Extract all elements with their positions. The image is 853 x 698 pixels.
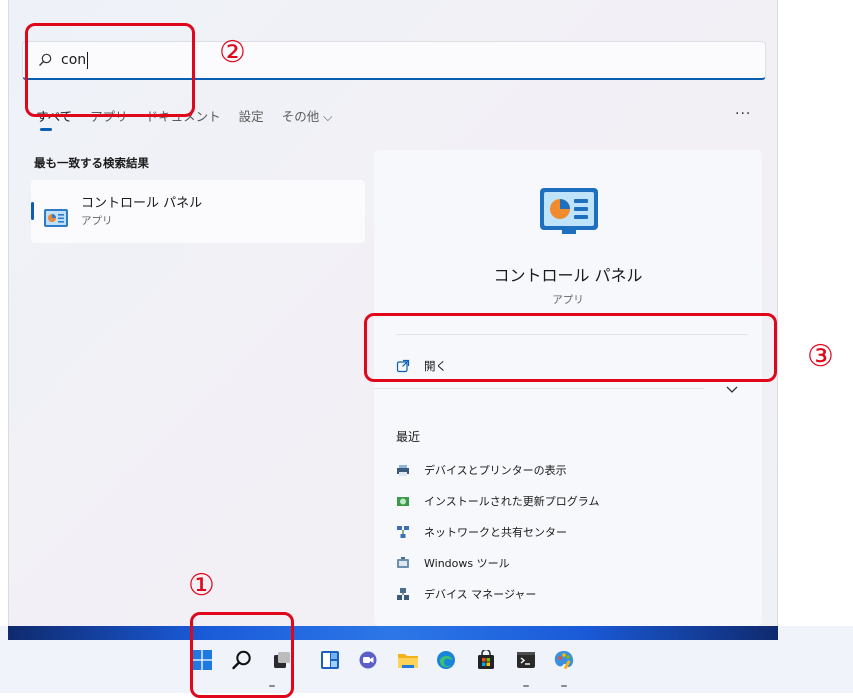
annotation-number-2: ②	[219, 35, 246, 70]
control-panel-icon	[44, 209, 68, 227]
printer-icon	[397, 465, 409, 476]
terminal-icon	[517, 652, 535, 668]
detail-subtitle: アプリ	[552, 294, 584, 306]
recent-item[interactable]: Windows ツール	[396, 555, 510, 571]
paint-button[interactable]	[552, 648, 576, 672]
file-explorer-button[interactable]	[396, 648, 420, 672]
tab-more[interactable]: その他 ⌵	[282, 106, 333, 125]
wallpaper-strip	[8, 626, 778, 640]
annotation-number-1: ①	[188, 568, 215, 603]
recent-item-label: Windows ツール	[424, 557, 510, 570]
screen: con すべて アプリ ドキュメント 設定 その他 ⌵ ··· 最も一致する検索…	[0, 0, 853, 698]
detail-title: コントロール パネル	[493, 266, 643, 285]
control-panel-large-icon	[540, 188, 598, 234]
device-manager-icon	[397, 588, 409, 600]
tab-settings[interactable]: 設定	[239, 106, 264, 125]
edge-icon	[437, 651, 455, 669]
widgets-button[interactable]	[318, 648, 342, 672]
edge-button[interactable]	[434, 648, 458, 672]
recent-item[interactable]: ネットワークと共有センター	[396, 524, 567, 540]
selection-indicator	[31, 202, 34, 220]
recent-item[interactable]: デバイス マネージャー	[396, 586, 536, 602]
recent-item-label: インストールされた更新プログラム	[424, 495, 600, 508]
more-options-button[interactable]: ···	[735, 106, 751, 122]
recent-item[interactable]: デバイスとプリンターの表示	[396, 462, 567, 478]
store-icon	[478, 650, 494, 669]
best-match-heading: 最も一致する検索結果	[34, 156, 149, 170]
chat-icon	[359, 651, 377, 669]
annotation-box-taskbar-search	[190, 612, 294, 698]
terminal-button[interactable]	[514, 648, 538, 672]
best-match-subtitle: アプリ	[81, 215, 113, 227]
store-button[interactable]	[474, 648, 498, 672]
recent-item-label: デバイス マネージャー	[424, 588, 537, 601]
chevron-down-icon[interactable]	[726, 386, 738, 394]
updates-icon	[397, 497, 409, 506]
running-indicator	[561, 685, 567, 687]
chat-button[interactable]	[356, 648, 380, 672]
recent-item-label: デバイスとプリンターの表示	[424, 464, 567, 477]
best-match-title: コントロール パネル	[81, 196, 203, 211]
annotation-box-open	[364, 313, 777, 382]
paint-icon	[554, 651, 574, 669]
detail-pane: コントロール パネル アプリ 開く 最近 デバイスとプリンターの表示 インストー…	[374, 150, 762, 626]
tools-icon	[397, 557, 409, 568]
best-match-result[interactable]: コントロール パネル アプリ	[31, 180, 365, 243]
file-explorer-icon	[398, 654, 418, 668]
widgets-icon	[321, 651, 339, 669]
annotation-box-search	[25, 23, 195, 117]
recent-heading: 最近	[396, 430, 421, 444]
network-icon	[397, 526, 409, 538]
recent-item[interactable]: インストールされた更新プログラム	[396, 493, 599, 509]
running-indicator	[523, 685, 529, 687]
divider	[374, 388, 704, 389]
annotation-number-3: ③	[807, 339, 834, 374]
recent-item-label: ネットワークと共有センター	[424, 526, 567, 539]
